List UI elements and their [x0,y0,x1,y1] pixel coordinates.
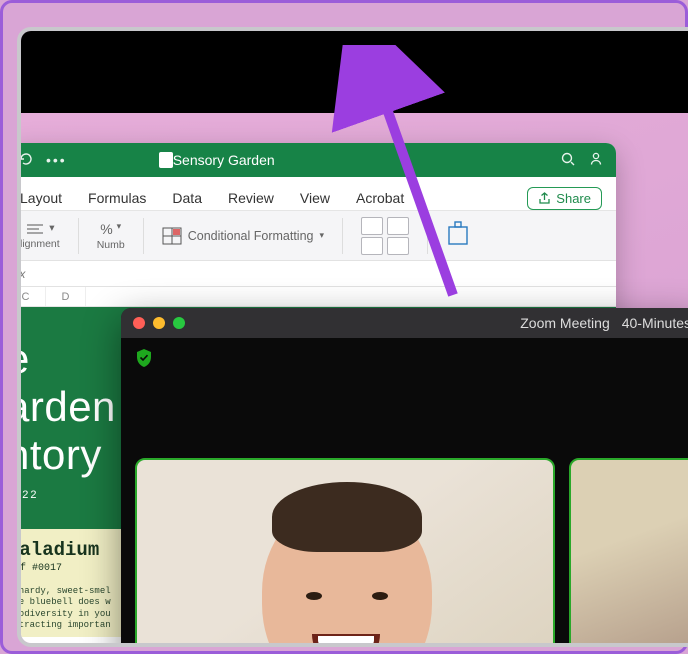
excel-titlebar: ••• Sensory Garden [17,143,616,177]
tab-review[interactable]: Review [228,190,274,206]
camera-led-indicator [389,69,399,79]
tab-formulas[interactable]: Formulas [88,190,146,206]
formula-bar[interactable]: fx [17,261,616,287]
desktop-wallpaper: ••• Sensory Garden Layout Formulas Data … [21,113,688,643]
share-button[interactable]: Share [527,187,602,210]
minimize-icon[interactable] [153,317,165,329]
zoom-titlebar: Zoom Meeting 40-Minutes [121,308,688,338]
number-group[interactable]: % ▾ Numb [97,221,125,251]
screen-bezel [21,31,688,113]
excel-ribbon-tabs: Layout Formulas Data Review View Acrobat… [17,177,616,211]
camera-lens [361,67,375,81]
column-headers: C D [17,287,616,307]
col-header[interactable]: D [46,287,86,306]
video-tile-side[interactable] [569,458,688,647]
search-icon[interactable] [560,151,576,170]
more-icon[interactable]: ••• [46,152,67,168]
add-ins-icon[interactable] [446,221,470,250]
conditional-formatting-button[interactable]: Conditional Formatting ▾ [162,227,324,245]
tab-layout[interactable]: Layout [20,190,62,206]
styles-icons[interactable] [361,217,409,255]
zoom-body [121,338,688,647]
col-header[interactable]: C [17,287,46,306]
shield-icon[interactable] [135,348,153,373]
zoom-duration: 40-Minutes [622,315,688,331]
tab-acrobat[interactable]: Acrobat [356,190,404,206]
alignment-group[interactable]: ▾ lignment [20,222,60,250]
monitor-frame: ••• Sensory Garden Layout Formulas Data … [17,27,688,647]
account-icon[interactable] [588,151,604,170]
grid-icon [162,227,182,245]
video-tile-main[interactable] [135,458,555,647]
excel-ribbon-controls: ▾ lignment % ▾ Numb Conditional Formatti… [17,211,616,261]
close-icon[interactable] [133,317,145,329]
document-title: Sensory Garden [173,152,275,168]
refresh-icon[interactable] [18,151,34,170]
zoom-window: Zoom Meeting 40-Minutes [121,308,688,647]
share-icon [538,192,551,205]
zoom-title-text: Zoom Meeting [520,315,609,331]
participant-face [237,500,457,647]
video-grid [135,458,688,647]
tab-data[interactable]: Data [172,190,202,206]
tab-view[interactable]: View [300,190,330,206]
maximize-icon[interactable] [173,317,185,329]
fx-icon: fx [17,267,25,281]
document-icon [159,152,173,168]
